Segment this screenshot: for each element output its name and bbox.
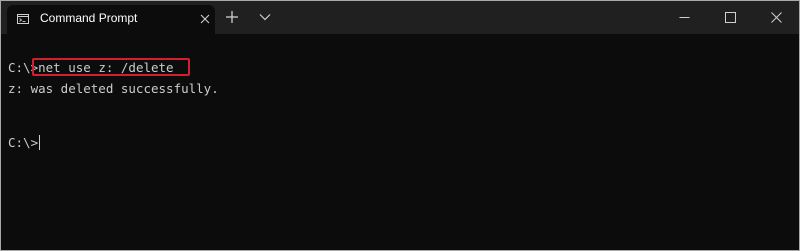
prompt: C:\>: [8, 135, 39, 150]
tab-title: Command Prompt: [40, 11, 138, 25]
chevron-down-icon[interactable]: [259, 13, 271, 21]
maximize-button[interactable]: [707, 1, 753, 34]
new-tab-plus-icon[interactable]: [225, 10, 239, 24]
command-highlight-box: [32, 58, 190, 76]
cmd-icon: [17, 14, 29, 24]
close-icon: [771, 12, 782, 23]
terminal-window: Command Prompt C:\>net use z: /delete z:…: [0, 0, 800, 251]
minimize-button[interactable]: [661, 1, 707, 34]
tab-close-icon[interactable]: [199, 13, 211, 25]
tab-command-prompt[interactable]: Command Prompt: [7, 5, 215, 34]
title-bar[interactable]: Command Prompt: [1, 1, 799, 34]
output-line: z: was deleted successfully.: [8, 81, 219, 96]
minimize-icon: [679, 17, 690, 18]
active-prompt-line[interactable]: C:\>: [8, 135, 41, 151]
close-button[interactable]: [753, 1, 799, 34]
text-cursor: [39, 135, 41, 150]
maximize-icon: [725, 12, 736, 23]
